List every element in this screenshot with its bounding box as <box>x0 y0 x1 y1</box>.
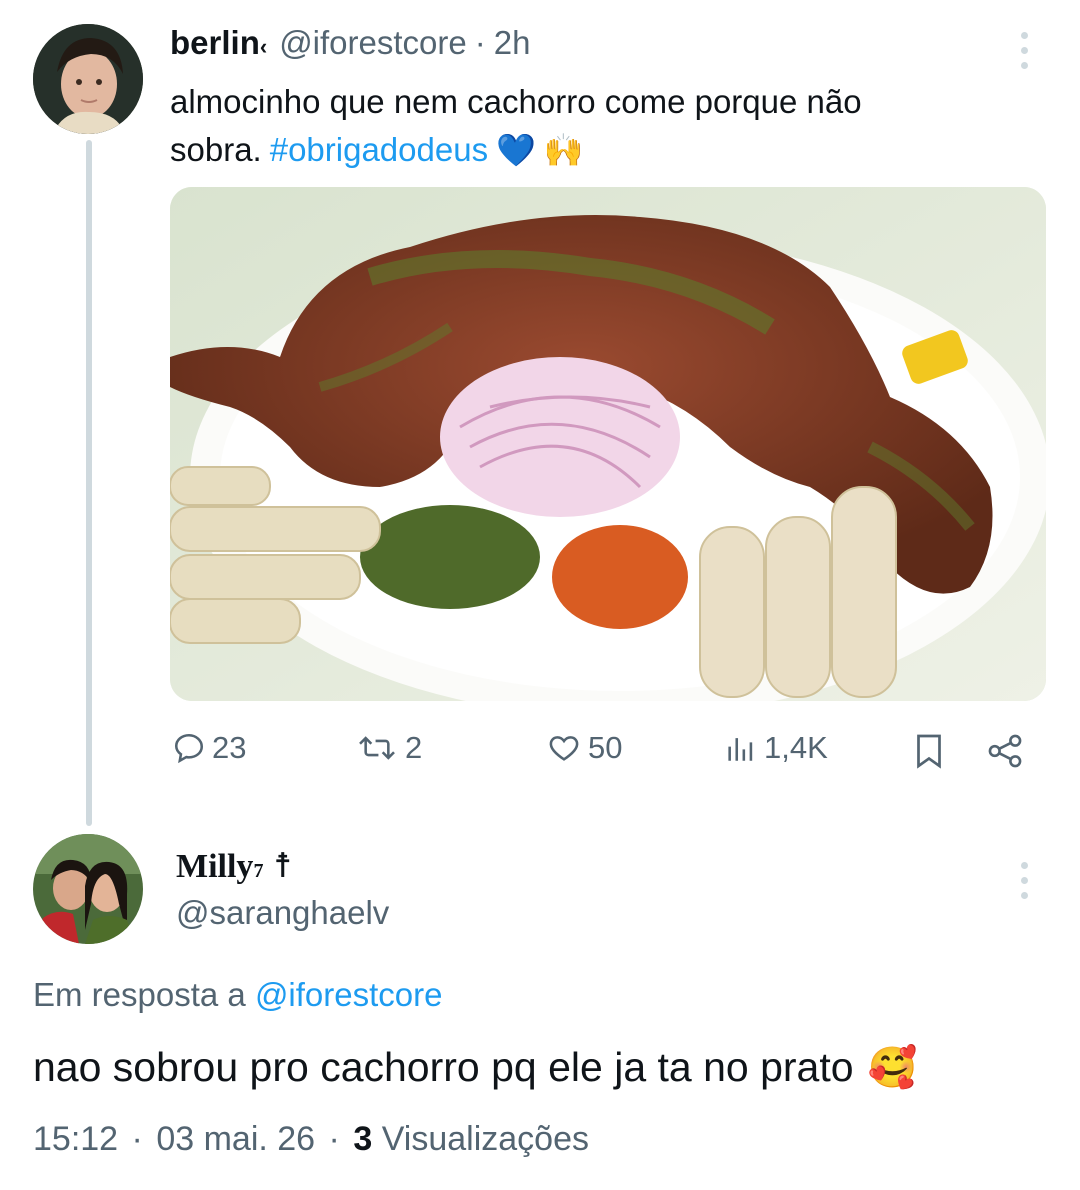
tweet-text-line-1: almocinho que nem cachorro come porque n… <box>170 83 862 120</box>
tweet-text: almocinho que nem cachorro come porque n… <box>170 78 1030 174</box>
reply-views-count: 3 <box>353 1120 373 1158</box>
tweet-media-image[interactable] <box>170 187 1046 701</box>
display-name-suffix: ‹ <box>259 34 268 59</box>
like-button[interactable]: 50 <box>546 730 622 766</box>
timestamp[interactable]: 2h <box>494 24 531 62</box>
raising-hands-icon: 🙌 <box>543 132 584 168</box>
share-button[interactable] <box>986 733 1024 774</box>
avatar-photo <box>33 24 143 134</box>
bookmark-icon <box>917 734 941 769</box>
reply-handle[interactable]: @saranghaelv <box>176 894 389 932</box>
thread-connector <box>86 140 92 826</box>
like-count: 50 <box>588 730 623 765</box>
separator: · <box>131 1120 143 1158</box>
reply-time[interactable]: 15:12 <box>33 1120 118 1158</box>
reply-name-superscript: 7 <box>253 860 264 882</box>
reply-views-label: Visualizações <box>381 1120 589 1158</box>
repost-icon <box>359 736 395 760</box>
repost-count: 2 <box>405 730 423 765</box>
avatar[interactable] <box>33 24 143 134</box>
hashtag-link[interactable]: #obrigadodeus <box>270 126 488 174</box>
share-icon <box>988 734 1022 768</box>
reply-display-name[interactable]: Milly <box>176 848 253 886</box>
handle[interactable]: @iforestcore <box>279 24 467 62</box>
views-button[interactable]: 1,4K <box>724 730 828 766</box>
reply-to-prefix: Em resposta a <box>33 976 246 1013</box>
tweet-header: berlin ‹ @iforestcore · 2h <box>170 24 530 66</box>
display-name[interactable]: berlin <box>170 24 260 62</box>
reply-date[interactable]: 03 mai. 26 <box>156 1120 315 1158</box>
blue-heart-icon: 💙 <box>496 132 536 168</box>
repost-button[interactable]: 2 <box>355 730 422 766</box>
reply-text-row: nao sobrou pro cachorro pq ele ja ta no … <box>33 1044 917 1091</box>
views-chart-icon <box>728 738 753 761</box>
smiling-face-hearts-icon: 🥰 <box>867 1046 918 1090</box>
reply-icon <box>174 733 204 764</box>
reply-meta: 15:12 · 03 mai. 26 · 3 Visualizações <box>33 1120 589 1159</box>
reply-to-handle-link[interactable]: @iforestcore <box>255 976 443 1013</box>
reply-name-symbol: ☨ <box>273 848 292 885</box>
reply-name-row: Milly 7 ☨ <box>176 846 292 886</box>
bookmark-button[interactable] <box>914 733 944 774</box>
avatar-photo <box>33 834 143 944</box>
reply-count: 23 <box>212 730 247 765</box>
reply-button[interactable]: 23 <box>172 730 246 766</box>
reply-more-options-icon[interactable] <box>1020 862 1028 899</box>
separator: · <box>328 1120 340 1158</box>
reply-avatar[interactable] <box>33 834 143 944</box>
views-count: 1,4K <box>764 730 828 765</box>
heart-icon <box>549 736 579 761</box>
reply-to-line: Em resposta a @iforestcore <box>33 976 443 1014</box>
separator: · <box>474 24 486 61</box>
reply-text: nao sobrou pro cachorro pq ele ja ta no … <box>33 1044 854 1090</box>
tweet-text-line-2: sobra. <box>170 131 262 168</box>
more-options-icon[interactable] <box>1020 32 1028 69</box>
roasted-meal-photo <box>170 187 1046 701</box>
